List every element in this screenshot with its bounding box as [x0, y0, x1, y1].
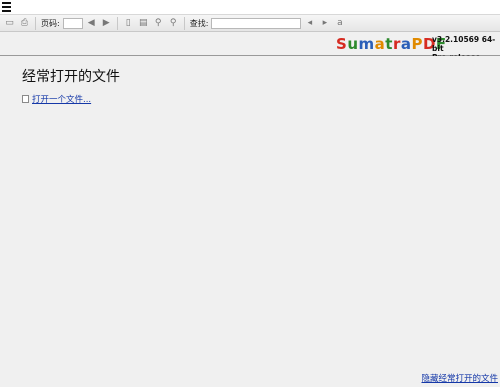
- logo-letter: P: [411, 35, 423, 53]
- page-label: 页码:: [41, 18, 60, 28]
- logo-letter: a: [374, 35, 386, 53]
- header-band: SumatraPDF v3.2.10569 64-bit Pre-release: [0, 33, 500, 62]
- menu-icon[interactable]: [2, 2, 11, 12]
- app-logo: SumatraPDF: [336, 36, 447, 53]
- find-next-icon[interactable]: ▸: [318, 17, 331, 30]
- match-case-icon[interactable]: a: [333, 17, 346, 30]
- print-icon[interactable]: ⎙: [18, 17, 31, 30]
- find-label: 查找:: [189, 18, 209, 28]
- zoom-out-icon[interactable]: ⚲: [152, 17, 165, 30]
- prev-page-icon[interactable]: ◀: [85, 17, 98, 30]
- logo-letter: u: [347, 35, 359, 53]
- logo-letter: r: [392, 35, 401, 53]
- toolbar-separator: [116, 16, 118, 30]
- logo-letter: m: [358, 35, 375, 53]
- open-icon[interactable]: ▭: [3, 17, 16, 30]
- open-file-row[interactable]: 打开一个文件...: [22, 93, 91, 105]
- open-file-link[interactable]: 打开一个文件...: [32, 93, 91, 105]
- version-number: v3.2.10569 64-bit: [432, 35, 496, 53]
- fit-width-icon[interactable]: ▤: [137, 17, 150, 30]
- fit-page-icon[interactable]: ▯: [122, 17, 135, 30]
- file-icon: [22, 95, 29, 103]
- toolbar-separator: [35, 16, 36, 30]
- title-bar: [0, 0, 500, 15]
- toolbar-separator: [183, 16, 185, 30]
- hide-frequent-link[interactable]: 隐藏经常打开的文件: [421, 372, 498, 384]
- logo-letter: a: [400, 35, 412, 53]
- page-number-input[interactable]: [62, 17, 83, 29]
- find-input[interactable]: [211, 17, 302, 29]
- logo-letter: S: [336, 35, 348, 53]
- start-page: 经常打开的文件 打开一个文件... 隐藏经常打开的文件: [0, 56, 500, 387]
- next-page-icon[interactable]: ▶: [100, 17, 113, 30]
- zoom-in-icon[interactable]: ⚲: [167, 17, 180, 30]
- find-prev-icon[interactable]: ◂: [303, 17, 316, 30]
- logo-letter: t: [385, 35, 393, 53]
- toolbar: ▭ ⎙ 页码: ◀ ▶ ▯ ▤ ⚲ ⚲ 查找: ◂ ▸ a: [0, 15, 500, 32]
- page-title: 经常打开的文件: [22, 69, 120, 85]
